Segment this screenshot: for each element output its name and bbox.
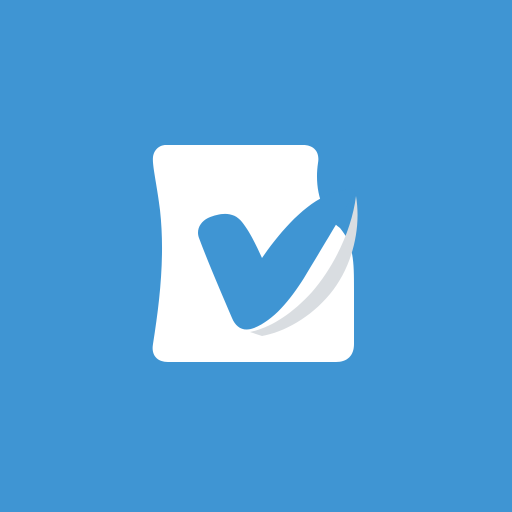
app-icon bbox=[0, 0, 512, 512]
checkmark-checkbox-icon bbox=[0, 0, 512, 512]
